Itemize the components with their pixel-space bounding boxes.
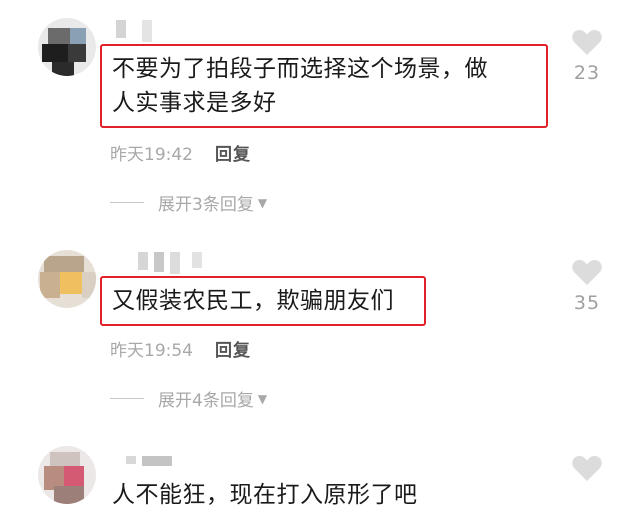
avatar[interactable]	[38, 446, 96, 504]
comment-meta: 昨天19:42 回复	[110, 140, 251, 165]
like-button[interactable]	[566, 454, 608, 482]
expand-replies-button[interactable]: 展开3条回复 ▼	[110, 190, 267, 215]
heart-icon	[572, 456, 602, 481]
comment-text: 人不能狂，现在打入原形了吧	[112, 482, 418, 508]
reply-button[interactable]: 回复	[215, 145, 251, 165]
reply-button[interactable]: 回复	[215, 341, 251, 361]
comment-text: 又假装农民工，欺骗朋友们	[112, 288, 394, 314]
comment-text-highlight: 不要为了拍段子而选择这个场景，做 人实事求是多好	[100, 44, 548, 128]
caret-down-icon: ▼	[257, 195, 268, 210]
like-button[interactable]: 23	[566, 28, 608, 84]
like-button[interactable]: 35	[566, 258, 608, 314]
comment-text: 不要为了拍段子而选择这个场景，做 人实事求是多好	[112, 56, 488, 116]
expand-replies-button[interactable]: 展开4条回复 ▼	[110, 386, 267, 411]
comment-meta: 昨天19:54 回复	[110, 336, 251, 361]
expand-replies-label: 展开4条回复	[158, 391, 254, 411]
divider	[110, 398, 144, 399]
comment-time: 昨天19:54	[110, 341, 193, 361]
expand-replies-label: 展开3条回复	[158, 195, 254, 215]
divider	[110, 202, 144, 203]
like-count: 35	[573, 292, 601, 314]
heart-icon	[572, 260, 602, 285]
heart-icon	[572, 30, 602, 55]
comment-time: 昨天19:42	[110, 145, 193, 165]
avatar[interactable]	[38, 250, 96, 308]
avatar[interactable]	[38, 18, 96, 76]
caret-down-icon: ▼	[257, 391, 268, 406]
comment-text-highlight: 又假装农民工，欺骗朋友们	[100, 276, 426, 326]
like-count: 23	[573, 62, 601, 84]
